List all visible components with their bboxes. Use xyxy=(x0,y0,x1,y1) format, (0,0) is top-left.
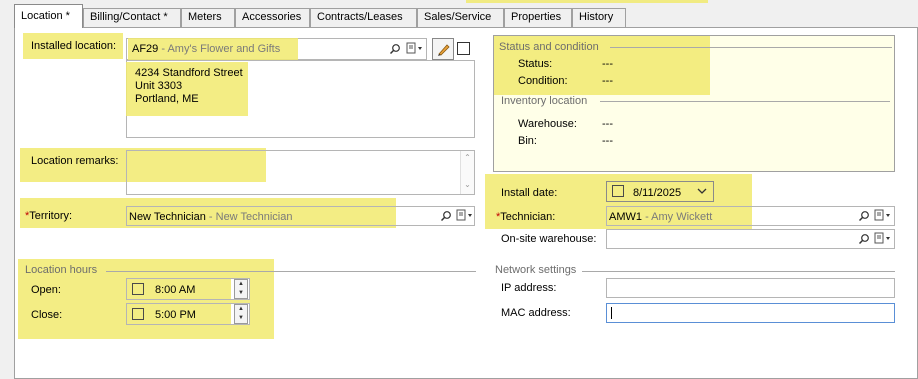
divider xyxy=(582,271,895,272)
open-time-value: 8:00 AM xyxy=(155,284,196,296)
tab-properties[interactable]: Properties xyxy=(504,8,572,27)
close-time-spinner[interactable]: ▲ ▼ xyxy=(234,304,248,324)
status-condition-title: Status and condition xyxy=(499,41,599,53)
installed-location-value: AF29 - Amy's Flower and Gifts xyxy=(132,43,281,55)
mac-address-label: MAC address: xyxy=(501,307,571,319)
technician-label: *Technician: xyxy=(496,211,556,223)
bin-value: --- xyxy=(602,135,613,147)
tab-contracts-leases[interactable]: Contracts/Leases xyxy=(310,8,417,27)
address-line-2: Unit 3303 xyxy=(135,80,183,92)
ip-address-label: IP address: xyxy=(501,282,557,294)
location-hours-title: Location hours xyxy=(25,264,98,276)
location-remarks-field[interactable] xyxy=(126,150,475,195)
network-settings-title: Network settings xyxy=(495,264,577,276)
open-label: Open: xyxy=(31,284,61,296)
pencil-icon xyxy=(438,44,450,56)
condition-label: Condition: xyxy=(518,75,568,87)
highlight-top xyxy=(466,0,708,3)
installed-location-label: Installed location: xyxy=(31,40,116,52)
close-time-value: 5:00 PM xyxy=(155,309,196,321)
technician-value: AMW1 - Amy Wickett xyxy=(609,211,713,223)
location-remarks-label: Location remarks: xyxy=(31,155,119,167)
tab-location[interactable]: Location * xyxy=(14,4,83,28)
document-menu-icon[interactable] xyxy=(406,42,424,54)
warehouse-value: --- xyxy=(602,118,613,130)
tab-billing-contact[interactable]: Billing/Contact * xyxy=(83,8,181,27)
tab-label: Properties xyxy=(511,11,562,23)
tab-label: Location * xyxy=(21,10,70,22)
condition-value: --- xyxy=(602,75,613,87)
document-menu-icon[interactable] xyxy=(456,209,474,221)
onsite-warehouse-field[interactable] xyxy=(606,229,895,249)
search-icon[interactable] xyxy=(858,210,870,222)
edit-address-button[interactable] xyxy=(432,38,454,60)
close-label: Close: xyxy=(31,309,63,321)
divider xyxy=(106,271,476,272)
ip-address-input[interactable] xyxy=(606,278,895,298)
search-icon[interactable] xyxy=(440,210,452,222)
address-line-1: 4234 Standford Street xyxy=(135,67,243,79)
install-date-checkbox[interactable] xyxy=(612,185,624,197)
document-menu-icon[interactable] xyxy=(874,209,892,221)
address-line-3: Portland, ME xyxy=(135,93,199,105)
tab-sales-service[interactable]: Sales/Service xyxy=(417,8,504,27)
territory-value: New Technician - New Technician xyxy=(129,211,293,223)
mac-address-input[interactable] xyxy=(606,303,895,323)
tab-accessories[interactable]: Accessories xyxy=(235,8,310,27)
remarks-scrollbar[interactable]: ⌃ ⌄ xyxy=(460,151,474,194)
open-time-checkbox[interactable] xyxy=(132,283,144,295)
tab-meters[interactable]: Meters xyxy=(181,8,235,27)
tab-label: Billing/Contact * xyxy=(90,11,168,23)
install-date-label: Install date: xyxy=(501,187,558,199)
document-menu-icon[interactable] xyxy=(874,232,892,244)
close-time-checkbox[interactable] xyxy=(132,308,144,320)
divider xyxy=(610,47,892,48)
search-icon[interactable] xyxy=(389,43,401,55)
inventory-location-title: Inventory location xyxy=(501,95,588,107)
search-icon[interactable] xyxy=(858,233,870,245)
address-checkbox[interactable] xyxy=(457,42,470,55)
tab-label: Meters xyxy=(188,11,222,23)
onsite-warehouse-label: On-site warehouse: xyxy=(501,233,597,245)
install-date-value: 8/11/2025 xyxy=(633,187,682,199)
tab-label: Accessories xyxy=(242,11,302,23)
divider xyxy=(600,101,890,102)
territory-label: *Territory: xyxy=(25,210,73,222)
chevron-down-icon[interactable] xyxy=(697,186,707,196)
tab-label: History xyxy=(579,11,614,23)
text-cursor xyxy=(611,307,612,319)
warehouse-label: Warehouse: xyxy=(518,118,577,130)
tab-label: Sales/Service xyxy=(424,11,492,23)
status-value: --- xyxy=(602,58,613,70)
tab-label: Contracts/Leases xyxy=(317,11,403,23)
tab-history[interactable]: History xyxy=(572,8,626,27)
bin-label: Bin: xyxy=(518,135,537,147)
open-time-spinner[interactable]: ▲ ▼ xyxy=(234,279,248,299)
status-label: Status: xyxy=(518,58,553,70)
